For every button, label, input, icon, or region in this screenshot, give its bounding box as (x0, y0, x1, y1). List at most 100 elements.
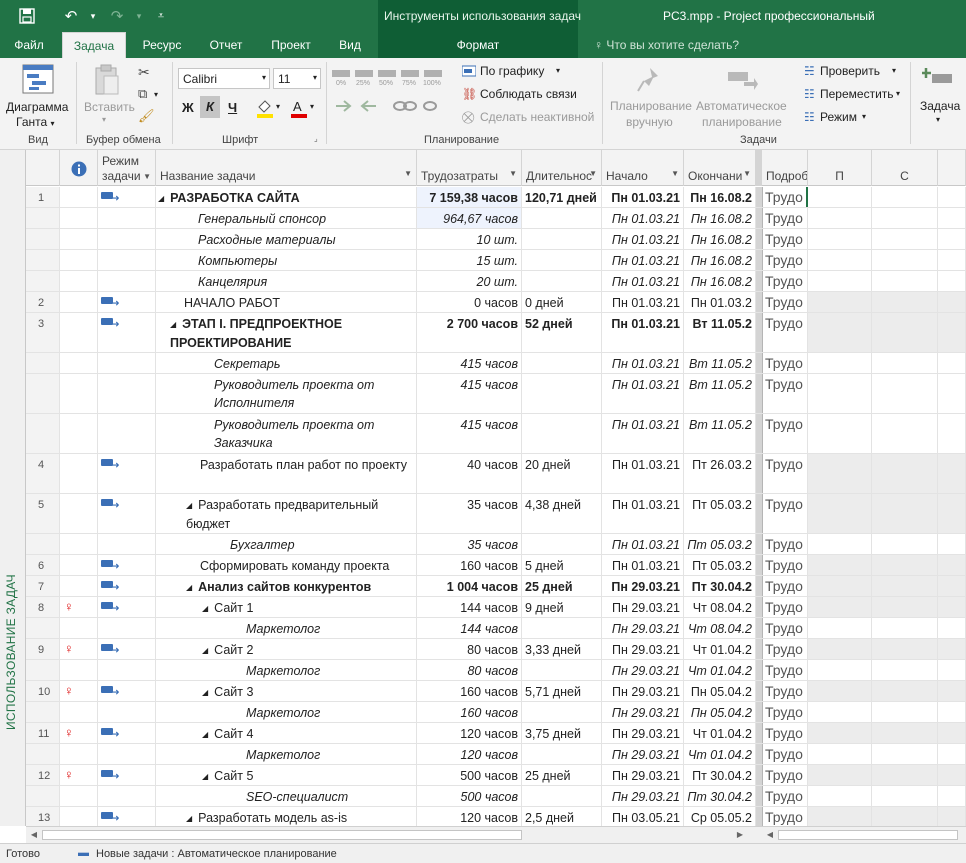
timescale-cell-next[interactable] (938, 414, 966, 453)
timescale-cell-wednesday[interactable] (872, 555, 938, 575)
row-id-cell[interactable] (26, 250, 60, 270)
row-id-cell[interactable] (26, 660, 60, 680)
finish-cell[interactable]: Пн 16.08.2 (684, 208, 756, 228)
move-button[interactable]: Переместить (820, 87, 894, 101)
timescale-cell-wednesday[interactable] (872, 618, 938, 638)
task-name-cell[interactable]: ◢ Сайт 5 (156, 765, 417, 785)
assignment-row[interactable]: Руководитель проекта от Заказчика 415 час… (26, 414, 966, 454)
work-cell[interactable]: 415 часов (417, 414, 522, 453)
row-id-cell[interactable] (26, 414, 60, 453)
start-cell[interactable]: Пн 01.03.21 (602, 250, 684, 270)
task-mode-cell[interactable]: ➜ (98, 555, 156, 575)
column-dropdown-icon[interactable]: ▼ (404, 169, 412, 178)
assignment-row[interactable]: Расходные материалы 10 шт. Пн 01.03.21 Пн 1… (26, 229, 966, 250)
timescale-cell-wednesday[interactable] (872, 723, 938, 743)
assignment-row[interactable]: Маркетолог 120 часов Пн 29.03.21 Чт 01.04.2… (26, 744, 966, 765)
timescale-cell-monday[interactable] (808, 414, 872, 453)
finish-cell[interactable]: Пн 05.04.2 (684, 681, 756, 701)
tab-resource[interactable]: Ресурс (134, 32, 190, 58)
row-id-cell[interactable]: 7 (26, 576, 60, 596)
task-mode-cell[interactable]: ➜ (98, 597, 156, 617)
collapse-toggle-icon[interactable]: ◢ (186, 814, 192, 823)
tell-me-search[interactable]: ♀ Что вы хотите сделать? (594, 32, 739, 58)
timescale-cell-next[interactable] (938, 765, 966, 785)
timescale-cell-monday[interactable] (808, 292, 872, 312)
start-cell[interactable]: Пн 01.03.21 (602, 494, 684, 533)
timescale-cell-next[interactable] (938, 702, 966, 722)
timescale-cell-monday[interactable] (808, 660, 872, 680)
row-id-cell[interactable] (26, 702, 60, 722)
timescale-cell-wednesday[interactable] (872, 639, 938, 659)
task-name-cell[interactable]: Разработать план работ по проекту (156, 454, 417, 493)
task-mode-cell[interactable] (98, 534, 156, 554)
task-name-cell[interactable]: ◢ Сайт 4 (156, 723, 417, 743)
timescale-cell-monday[interactable] (808, 313, 872, 352)
duration-cell[interactable]: 9 дней (522, 597, 602, 617)
task-usage-grid[interactable]: 1 ➜ ◢ РАЗРАБОТКА САЙТА 7 159,38 часов 120,71 … (26, 187, 966, 826)
task-row[interactable]: 5 ➜ ◢ Разработать предварительный бюджет 35 … (26, 494, 966, 534)
task-mode-cell[interactable]: ➜ (98, 765, 156, 785)
timescale-cell-monday[interactable] (808, 250, 872, 270)
task-name-cell[interactable]: Маркетолог (156, 618, 417, 638)
row-id-cell[interactable]: 9 (26, 639, 60, 659)
assignment-row[interactable]: SEO-специалист 500 часов Пн 29.03.21 Пт 30.… (26, 786, 966, 807)
format-painter-icon[interactable]: 🖌 (138, 108, 155, 124)
work-cell[interactable]: 35 часов (417, 534, 522, 554)
timescale-cell-next[interactable] (938, 229, 966, 249)
start-cell[interactable]: Пн 29.03.21 (602, 702, 684, 722)
work-cell[interactable]: 10 шт. (417, 229, 522, 249)
new-tasks-mode-icon[interactable]: ▬ (78, 847, 89, 859)
timescale-cell-wednesday[interactable] (872, 681, 938, 701)
finish-cell[interactable]: Чт 01.04.2 (684, 723, 756, 743)
task-row[interactable]: 9 ♀ ➜ ◢ Сайт 2 80 часов 3,33 дней Пн 29.03.21 Чт… (26, 639, 966, 660)
customize-toolbar-icon[interactable]: ⩡ (148, 0, 174, 32)
timescale-cell-wednesday[interactable] (872, 744, 938, 764)
timescale-cell-next[interactable] (938, 353, 966, 373)
task-mode-cell[interactable] (98, 702, 156, 722)
start-cell[interactable]: Пн 29.03.21 (602, 765, 684, 785)
column-start[interactable]: Начало ▼ (602, 150, 684, 186)
cut-icon[interactable]: ✂ (138, 64, 150, 81)
column-work[interactable]: Трудозатраты ▼ (417, 150, 522, 186)
row-id-cell[interactable] (26, 786, 60, 806)
overallocated-resource-icon[interactable]: ♀ (64, 726, 74, 740)
timescale-cell-monday[interactable] (808, 765, 872, 785)
scroll-left-icon[interactable]: ◀ (28, 829, 40, 841)
column-dropdown-icon[interactable]: ▼ (743, 169, 751, 178)
duration-cell[interactable]: 3,75 дней (522, 723, 602, 743)
task-mode-cell[interactable]: ➜ (98, 187, 156, 207)
tab-task[interactable]: Задача (62, 32, 126, 58)
task-name-cell[interactable]: ◢ Разработать предварительный бюджет (156, 494, 417, 533)
timescale-cell-monday[interactable] (808, 723, 872, 743)
timescale-cell-monday[interactable] (808, 353, 872, 373)
timescale-cell-monday[interactable] (808, 702, 872, 722)
task-name-cell[interactable]: Маркетолог (156, 744, 417, 764)
start-cell[interactable]: Пн 29.03.21 (602, 744, 684, 764)
duration-cell[interactable]: 25 дней (522, 576, 602, 596)
italic-button[interactable]: К (200, 96, 220, 118)
duration-cell[interactable] (522, 229, 602, 249)
work-cell[interactable]: 964,67 часов (417, 208, 522, 228)
work-cell[interactable]: 144 часов (417, 597, 522, 617)
overallocated-resource-icon[interactable]: ♀ (64, 600, 74, 614)
duration-cell[interactable]: 4,38 дней (522, 494, 602, 533)
row-id-cell[interactable]: 6 (26, 555, 60, 575)
mode-dropdown-icon[interactable]: ▾ (862, 112, 866, 121)
timescale-cell-next[interactable] (938, 250, 966, 270)
timescale-cell-wednesday[interactable] (872, 208, 938, 228)
timescale-cell-monday[interactable] (808, 618, 872, 638)
assignment-row[interactable]: Канцелярия 20 шт. Пн 01.03.21 Пн 16.08.2 Тру… (26, 271, 966, 292)
timescale-cell-wednesday[interactable] (872, 454, 938, 493)
timescale-cell-monday[interactable] (808, 208, 872, 228)
timescale-cell-next[interactable] (938, 313, 966, 352)
task-name-cell[interactable]: ◢ Сайт 1 (156, 597, 417, 617)
on-schedule-button[interactable]: По графику (480, 64, 544, 78)
assignment-row[interactable]: Маркетолог 80 часов Пн 29.03.21 Чт 01.04.2 Т… (26, 660, 966, 681)
status-new-tasks[interactable]: Новые задачи : Автоматическое планирован… (96, 848, 337, 860)
task-mode-cell[interactable]: ➜ (98, 576, 156, 596)
insert-task-button[interactable]: Задача (920, 99, 960, 113)
timescale-cell-monday[interactable] (808, 454, 872, 493)
timescale-cell-wednesday[interactable] (872, 374, 938, 413)
copy-icon[interactable]: ⧉ (138, 86, 147, 102)
move-dropdown-icon[interactable]: ▾ (896, 89, 900, 98)
